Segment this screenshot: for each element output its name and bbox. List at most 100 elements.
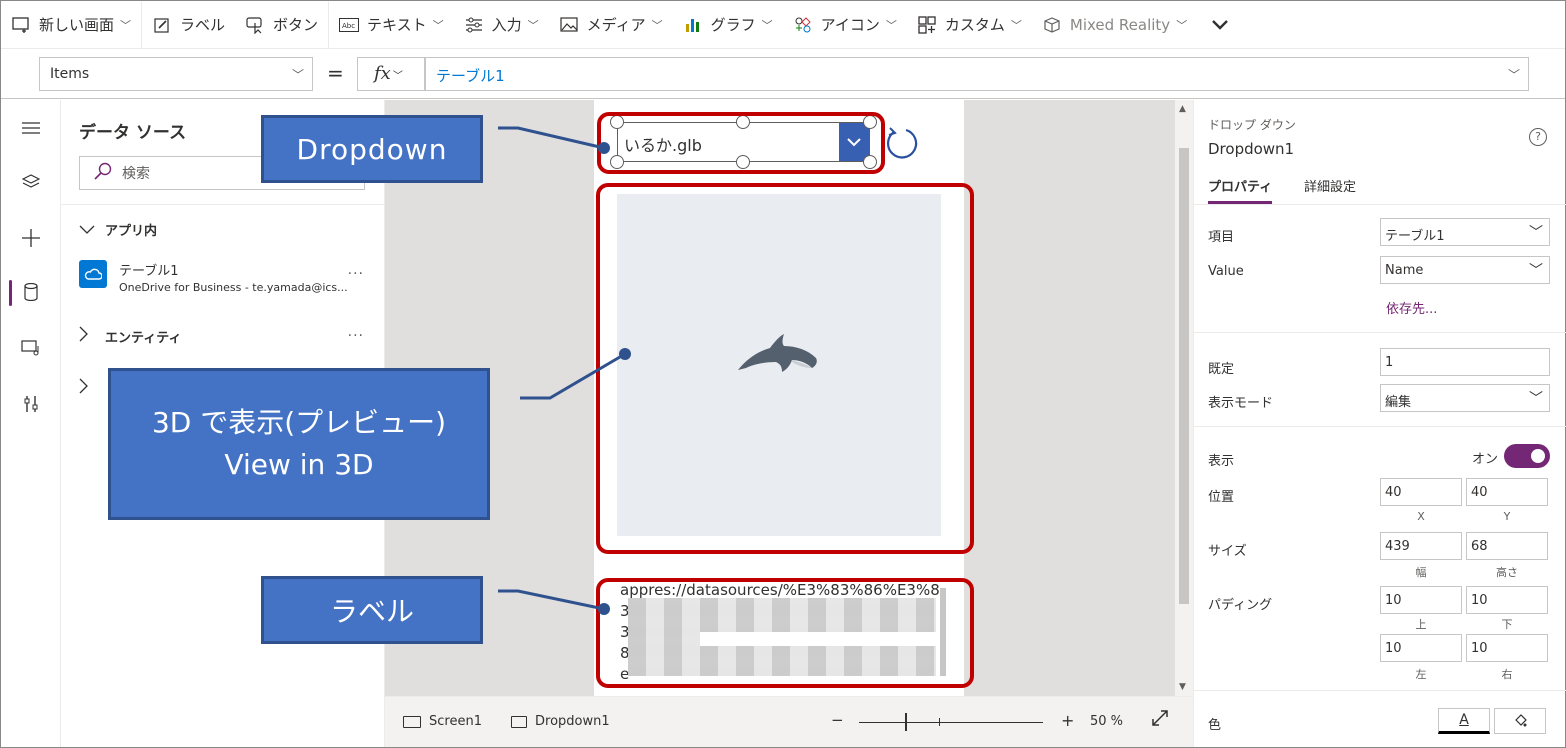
divider [1194,690,1566,691]
dropdown-control-icon [511,715,527,728]
divider [1194,204,1566,205]
position-x-input[interactable]: 40 [1380,478,1462,506]
value-select[interactable]: Name ﹀ [1380,256,1550,284]
insert-label-button[interactable]: ラベル [142,1,235,49]
insert-mixed-reality-button[interactable]: Mixed Reality ﹀ [1032,1,1197,49]
insert-media-button[interactable]: メディア ﹀ [549,1,673,49]
display-mode-select[interactable]: 編集 ﹀ [1380,384,1550,412]
width-caption: 幅 [1415,566,1427,579]
formula-bar: Items ﹀ = fx ﹀ テーブル1 ﹀ [1,49,1565,99]
y-caption: Y [1503,510,1511,523]
tree-view-layers-icon[interactable] [1,162,61,202]
default-input[interactable]: 1 [1380,348,1550,376]
formula-input[interactable]: テーブル1 ﹀ [425,57,1529,91]
chevron-down-icon: ﹀ [1176,18,1188,32]
breadcrumb-control[interactable]: Dropdown1 [511,714,610,729]
zoom-slider[interactable] [859,722,1043,723]
zoom-slider-thumb[interactable] [905,713,907,731]
insert-chart-button[interactable]: グラフ ﹀ [673,1,783,49]
width-input[interactable]: 439 [1380,532,1462,560]
fill-color-button[interactable] [1494,708,1546,734]
highlight-view-in-3d [596,183,974,554]
insert-input-button[interactable]: 入力 ﹀ [454,1,549,49]
chevron-down-icon [1212,19,1229,30]
insert-custom-button[interactable]: カスタム ﹀ [907,1,1032,49]
text-color-button[interactable]: A [1438,708,1490,734]
rotate-handle-icon[interactable] [884,124,920,162]
more-chevron-button[interactable] [1197,1,1243,49]
chevron-down-icon: ﹀ [392,71,403,82]
top-caption: 上 [1415,618,1427,631]
chevron-down-icon: ﹀ [1529,391,1543,407]
hamburger-menu-icon[interactable] [1,108,61,148]
insert-icons-button[interactable]: アイコン ﹀ [783,1,907,49]
zoom-slider-tick [939,718,940,726]
more-options-icon[interactable]: ··· [348,328,364,344]
insert-text-button[interactable]: Abc テキスト ﹀ [329,1,454,49]
more-options-icon[interactable]: ··· [348,266,364,282]
data-database-icon[interactable] [1,272,61,312]
chevron-down-icon: ﹀ [1529,263,1543,279]
scroll-thumb[interactable] [1179,148,1189,604]
data-source-name: テーブル1 [119,264,179,279]
data-source-connection: OneDrive for Business - te.yamada@ics... [119,281,348,294]
insert-plus-icon[interactable] [1,218,61,258]
divider [1194,332,1566,333]
fx-button[interactable]: fx ﹀ [357,57,425,91]
visible-label: 表示 [1208,454,1235,469]
left-caption: 左 [1415,668,1427,681]
divider [1194,426,1566,427]
padding-right-input[interactable]: 10 [1466,634,1548,662]
search-icon [94,162,112,184]
fit-to-window-icon[interactable] [1151,709,1169,732]
size-label: サイズ [1208,544,1247,559]
advanced-tools-icon[interactable] [1,384,61,424]
paint-bucket-icon [1515,714,1527,727]
zoom-level: 50 % [1090,714,1124,729]
insert-button-button[interactable]: ボタン [235,1,328,49]
mixed-reality-icon [1042,15,1062,35]
text-abc-icon: Abc [339,15,360,35]
color-label: 色 [1208,718,1222,733]
padding-bottom-input[interactable]: 10 [1466,586,1548,614]
callout-dropdown: Dropdown [261,115,483,183]
items-select[interactable]: テーブル1 ﹀ [1380,218,1550,246]
padding-top-input[interactable]: 10 [1380,586,1462,614]
zoom-out-button[interactable]: − [831,711,844,729]
canvas-scrollbar[interactable]: ▲ ▼ [1175,100,1193,696]
media-icon[interactable] [1,328,61,368]
button-pointer-icon [245,15,265,35]
custom-grid-icon [917,15,937,35]
height-input[interactable]: 68 [1466,532,1548,560]
section-entities[interactable]: エンティティ [79,326,181,346]
image-icon [559,15,579,35]
chevron-down-icon: ﹀ [120,18,132,32]
visible-toggle[interactable] [1504,444,1550,468]
scroll-down-icon[interactable]: ▼ [1179,682,1186,692]
highlight-dropdown [597,112,885,174]
display-mode-label: 表示モード [1208,396,1274,411]
tab-properties[interactable]: プロパティ [1208,176,1273,204]
property-selector[interactable]: Items ﹀ [39,57,313,91]
control-type: ドロップ ダウン [1208,118,1296,132]
bottom-caption: 下 [1501,618,1513,631]
section-in-app[interactable]: アプリ内 [79,220,157,239]
data-source-item[interactable]: テーブル1 OneDrive for Business - te.yamada@… [79,260,348,294]
font-color-icon: A [1459,712,1469,728]
chevron-down-icon: ﹀ [1010,18,1022,32]
chevron-down-icon: ﹀ [651,18,663,32]
new-screen-icon [11,15,31,35]
value-label: Value [1208,264,1244,279]
tab-advanced[interactable]: 詳細設定 [1304,176,1356,195]
padding-left-input[interactable]: 10 [1380,634,1462,662]
height-caption: 高さ [1496,566,1518,579]
position-y-input[interactable]: 40 [1466,478,1548,506]
zoom-in-button[interactable]: + [1061,711,1074,730]
scroll-up-icon[interactable]: ▲ [1179,104,1186,114]
section-collapsed[interactable] [79,378,105,398]
breadcrumb-screen[interactable]: Screen1 [403,714,482,729]
depends-on-link[interactable]: 依存先... [1386,298,1437,317]
help-icon[interactable]: ? [1529,128,1547,146]
new-screen-button[interactable]: 新しい画面 ﹀ [1,1,141,49]
chart-icon [683,15,703,35]
